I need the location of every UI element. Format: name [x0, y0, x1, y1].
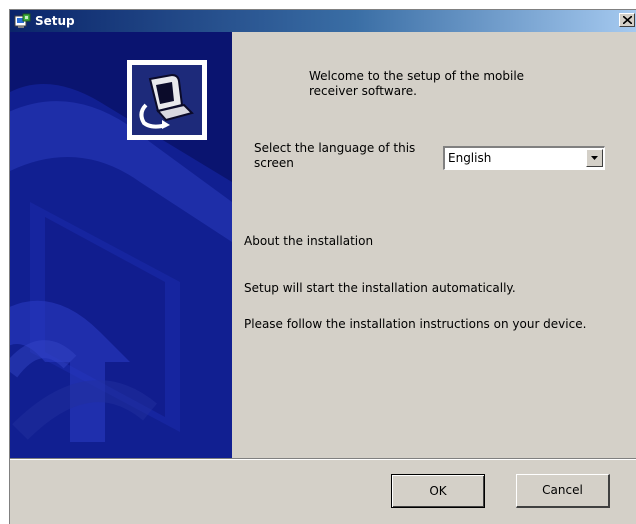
setup-logo — [127, 60, 207, 140]
language-selected-value: English — [448, 151, 492, 165]
language-select[interactable]: English — [443, 146, 605, 170]
side-banner — [10, 32, 232, 458]
window-title: Setup — [35, 14, 75, 28]
setup-app-icon — [14, 13, 31, 28]
setup-window: Setup Welcome to the setup of the mobile… — [9, 9, 636, 524]
logo-background — [132, 65, 202, 135]
ok-button[interactable]: OK — [391, 474, 485, 508]
about-heading: About the installation — [244, 234, 374, 248]
computer-install-logo — [139, 73, 194, 129]
cancel-button[interactable]: Cancel — [516, 474, 610, 508]
close-button[interactable] — [619, 13, 635, 27]
welcome-text: Welcome to the setup of the mobile recei… — [309, 69, 525, 98]
auto-install-text: Setup will start the installation automa… — [244, 281, 516, 295]
title-bar[interactable]: Setup — [10, 10, 636, 32]
close-icon — [623, 16, 632, 24]
language-label: Select the language of this screen — [254, 141, 416, 170]
language-dropdown-button[interactable] — [586, 149, 603, 167]
follow-instructions-text: Please follow the installation instructi… — [244, 317, 587, 331]
button-separator — [10, 458, 636, 460]
chevron-down-icon — [591, 156, 598, 160]
